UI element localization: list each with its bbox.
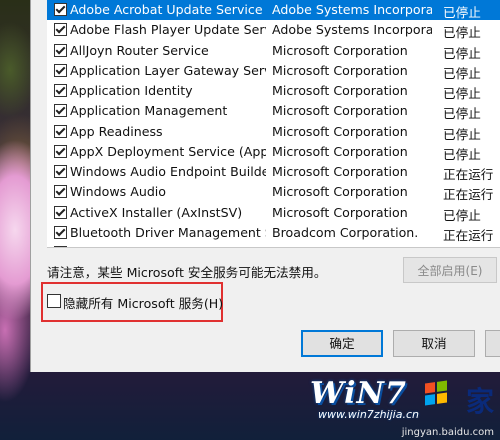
service-name: ActiveX Installer (AxInstSV) [70, 204, 243, 220]
service-status: 已停止 [443, 106, 481, 122]
service-manufacturer: Microsoft Corporation [272, 204, 408, 220]
service-checkbox[interactable] [54, 63, 67, 77]
watermark-site: www.win7zhijia.cn [318, 408, 419, 421]
hide-microsoft-label[interactable]: 隐藏所有 Microsoft 服务(H) [63, 293, 223, 312]
service-status: 已停止 [443, 25, 481, 41]
ok-button[interactable]: 确定 [301, 330, 383, 357]
service-manufacturer: Microsoft Corporation [272, 245, 432, 247]
service-manufacturer: Microsoft Corporation [272, 164, 408, 179]
services-list[interactable]: Adobe Acrobat Update Service Adobe System… [47, 0, 500, 248]
service-manufacturer: Microsoft Corporation [272, 103, 408, 119]
service-row[interactable]: Windows Audio Endpoint Builder Microsoft … [47, 162, 500, 182]
service-status: 已停止 [443, 245, 500, 247]
service-row[interactable]: Windows Audio Microsoft Corporation 正在运行 [47, 182, 500, 202]
service-manufacturer: Adobe Systems Incorporat... [272, 22, 432, 38]
cancel-button[interactable]: 取消 [393, 330, 475, 357]
service-row[interactable]: AppX Deployment Service (AppX... Microsof… [47, 142, 500, 162]
service-checkbox[interactable] [54, 104, 67, 118]
service-status: 已停止 [443, 86, 481, 101]
apply-button-partial[interactable] [485, 330, 500, 357]
watermark-cn: 家 [465, 385, 494, 418]
service-manufacturer: Microsoft Corporation [272, 123, 408, 139]
service-name: AllJoyn Router Service [70, 42, 209, 58]
service-checkbox[interactable] [54, 23, 67, 37]
service-name: Application Layer Gateway Service [70, 62, 266, 78]
service-checkbox[interactable] [54, 144, 67, 158]
service-checkbox[interactable] [54, 84, 67, 97]
service-checkbox[interactable] [54, 165, 67, 178]
windows-flag-icon [425, 380, 447, 406]
service-manufacturer: Adobe Systems Incorporat... [272, 2, 432, 17]
watermark: WiN7 家 www.win7zhijia.cn jingyan.baidu.c… [300, 372, 500, 440]
service-checkbox[interactable] [54, 205, 67, 219]
service-manufacturer: Broadcom Corporation. [272, 224, 419, 240]
watermark-logo: WiN7 [310, 376, 407, 411]
service-name: Adobe Flash Player Update Servi... [70, 22, 266, 38]
service-name: Application Identity [70, 83, 193, 98]
service-row[interactable]: Bluetooth Driver Management S... Broadcom… [47, 223, 500, 243]
service-name: Bluetooth Driver Management S... [70, 224, 266, 240]
service-row[interactable]: AllJoyn Router Service Microsoft Corporat… [47, 41, 500, 61]
service-status: 已停止 [443, 45, 481, 61]
service-row[interactable]: Adobe Acrobat Update Service Adobe System… [47, 0, 500, 21]
service-row[interactable]: BitLocker Drive Encryption Service Micros… [47, 243, 500, 247]
service-status: 正在运行 [443, 187, 494, 203]
service-status: 已停止 [443, 5, 481, 20]
service-checkbox[interactable] [54, 43, 67, 57]
service-row[interactable]: Application Layer Gateway Service Microso… [47, 61, 500, 81]
watermark-url: jingyan.baidu.com [401, 427, 494, 438]
service-manufacturer: Microsoft Corporation [272, 62, 408, 78]
service-status: 已停止 [443, 207, 481, 223]
service-status: 已停止 [443, 126, 481, 142]
service-checkbox[interactable] [54, 124, 67, 138]
hide-microsoft-checkbox[interactable] [47, 294, 61, 308]
service-checkbox[interactable] [54, 246, 67, 247]
service-name: AppX Deployment Service (AppX... [70, 143, 266, 159]
service-row[interactable]: ActiveX Installer (AxInstSV) Microsoft Co… [47, 203, 500, 223]
service-row[interactable]: Application Management Microsoft Corporat… [47, 101, 500, 121]
service-checkbox[interactable] [54, 225, 67, 239]
service-status: 已停止 [443, 146, 481, 162]
service-row[interactable]: Adobe Flash Player Update Servi... Adobe … [47, 20, 500, 40]
service-checkbox[interactable] [54, 185, 67, 199]
security-note: 请注意，某些 Microsoft 安全服务可能无法禁用。 [47, 265, 327, 280]
service-manufacturer: Microsoft Corporation [272, 83, 408, 98]
service-name: Adobe Acrobat Update Service [70, 2, 263, 17]
service-status: 正在运行 [443, 227, 494, 243]
service-name: Windows Audio [70, 184, 167, 200]
service-row[interactable]: Application Identity Microsoft Corporatio… [47, 81, 500, 101]
enable-all-button[interactable]: 全部启用(E) [403, 257, 497, 283]
service-name: App Readiness [70, 123, 163, 139]
service-checkbox[interactable] [54, 3, 67, 16]
service-name: Application Management [70, 103, 228, 119]
service-manufacturer: Microsoft Corporation [272, 143, 408, 159]
service-manufacturer: Microsoft Corporation [272, 42, 408, 58]
service-name: BitLocker Drive Encryption Service [70, 245, 266, 247]
service-status: 正在运行 [443, 167, 494, 182]
service-manufacturer: Microsoft Corporation [272, 184, 408, 200]
service-status: 已停止 [443, 65, 481, 81]
services-dialog: Adobe Acrobat Update Service Adobe System… [30, 0, 500, 372]
service-row[interactable]: App Readiness Microsoft Corporation 已停止 [47, 122, 500, 142]
service-name: Windows Audio Endpoint Builder [70, 164, 266, 179]
